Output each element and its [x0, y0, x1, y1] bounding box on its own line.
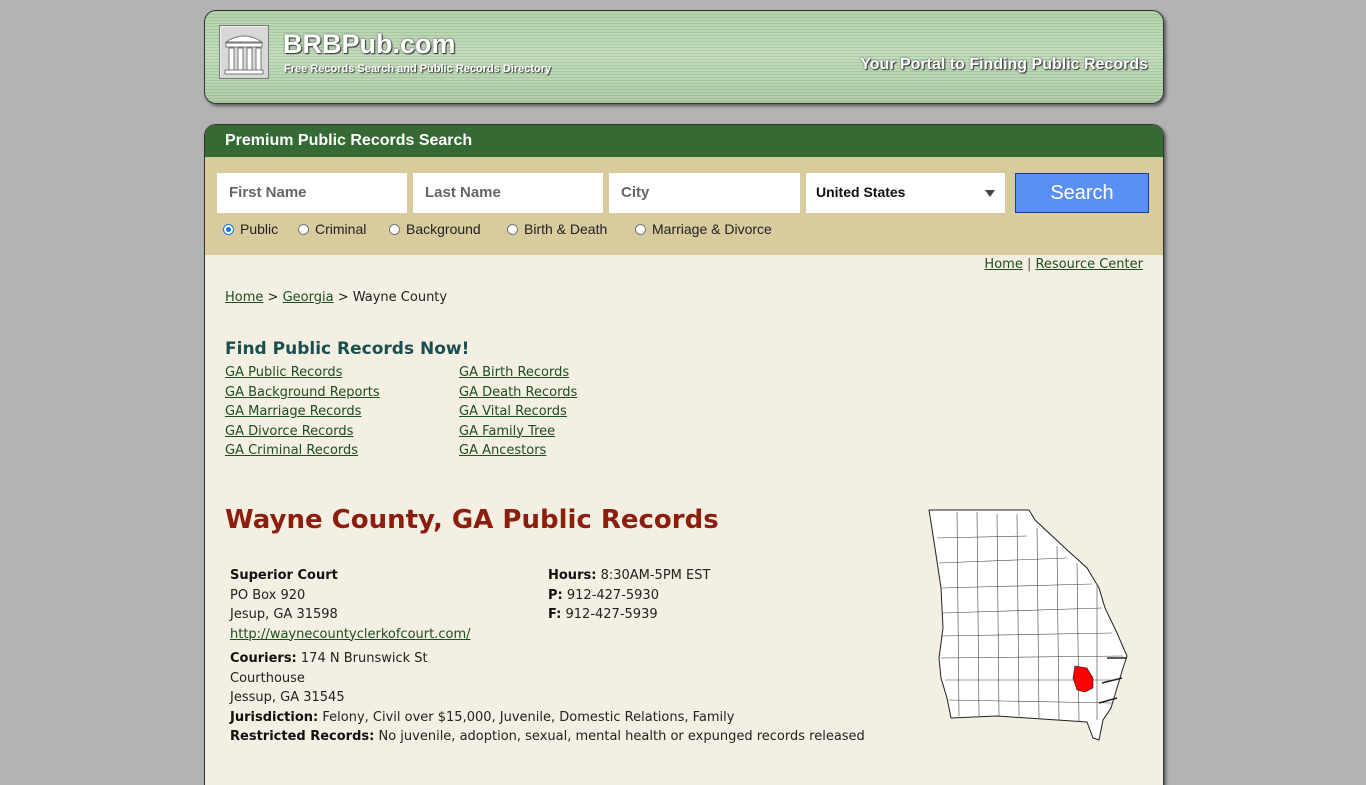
records-links-left: GA Public Records GA Background Reports … [225, 363, 380, 461]
radio-public[interactable]: Public [223, 221, 278, 237]
first-name-input[interactable]: First Name [217, 173, 407, 213]
separator: | [1026, 257, 1032, 272]
link-ga-vital-records[interactable]: GA Vital Records [459, 404, 567, 419]
hours-label: Hours: [548, 568, 597, 583]
link-ga-background-reports[interactable]: GA Background Reports [225, 385, 380, 400]
link-ga-ancestors[interactable]: GA Ancestors [459, 443, 546, 458]
search-button[interactable]: Search [1015, 173, 1149, 213]
court-website-link[interactable]: http://waynecountyclerkofcourt.com/ [230, 627, 470, 642]
radio-label: Background [406, 221, 481, 237]
court-address: Superior Court PO Box 920 Jesup, GA 3159… [230, 566, 470, 644]
court-contact: Hours: 8:30AM-5PM EST P: 912-427-5930 F:… [548, 566, 710, 625]
court-address-line2: Jesup, GA 31598 [230, 607, 338, 622]
radio-unchecked-icon[interactable] [389, 223, 400, 235]
radio-criminal[interactable]: Criminal [298, 221, 366, 237]
georgia-county-map [928, 509, 1128, 741]
city-input[interactable]: City [609, 173, 800, 213]
records-links-right: GA Birth Records GA Death Records GA Vit… [459, 363, 577, 461]
radio-label: Birth & Death [524, 221, 608, 237]
link-ga-death-records[interactable]: GA Death Records [459, 385, 577, 400]
link-ga-birth-records[interactable]: GA Birth Records [459, 365, 569, 380]
last-name-input[interactable]: Last Name [413, 173, 603, 213]
find-records-heading: Find Public Records Now! [225, 339, 470, 359]
breadcrumb-separator: > [337, 290, 349, 305]
couriers-line1: 174 N Brunswick St [300, 651, 428, 666]
main-panel: Premium Public Records Search First Name… [204, 124, 1164, 785]
chevron-down-icon [985, 190, 995, 197]
jurisdiction-label: Jurisdiction: [230, 709, 319, 725]
link-ga-criminal-records[interactable]: GA Criminal Records [225, 443, 358, 458]
radio-checked-icon[interactable] [223, 223, 234, 235]
search-panel-title: Premium Public Records Search [205, 125, 1163, 157]
couriers-line3: Jessup, GA 31545 [230, 690, 345, 705]
link-ga-marriage-records[interactable]: GA Marriage Records [225, 404, 361, 419]
couriers-line2: Courthouse [230, 670, 305, 686]
brand-name[interactable]: BRBPub.com [283, 29, 456, 60]
country-select[interactable]: United States [806, 173, 1005, 213]
court-name: Superior Court [230, 568, 338, 583]
resource-center-link[interactable]: Resource Center [1035, 257, 1143, 272]
breadcrumb-separator: > [267, 290, 279, 305]
link-ga-divorce-records[interactable]: GA Divorce Records [225, 424, 353, 439]
breadcrumb-current: Wayne County [352, 290, 448, 305]
page-title: Wayne County, GA Public Records [225, 505, 719, 535]
link-ga-family-tree[interactable]: GA Family Tree [459, 424, 555, 439]
hours-value: 8:30AM-5PM EST [600, 568, 711, 583]
search-form: First Name Last Name City United States … [205, 157, 1163, 255]
top-links: Home | Resource Center [984, 257, 1143, 272]
home-link[interactable]: Home [984, 257, 1022, 272]
courthouse-logo-icon[interactable] [219, 25, 269, 79]
phone-label: P: [548, 587, 563, 603]
breadcrumb: Home > Georgia > Wayne County [225, 290, 447, 305]
radio-unchecked-icon[interactable] [635, 223, 646, 235]
tagline: Free Records Search and Public Records D… [284, 63, 552, 75]
fax-label: F: [548, 607, 562, 622]
couriers-label: Couriers: [230, 651, 297, 666]
slogan: Your Portal to Finding Public Records [860, 56, 1148, 73]
radio-label: Public [240, 221, 279, 237]
fax-value: 912-427-5939 [565, 607, 658, 622]
phone-value: 912-427-5930 [566, 587, 659, 603]
radio-background[interactable]: Background [389, 221, 481, 237]
link-ga-public-records[interactable]: GA Public Records [225, 365, 342, 380]
court-address-line1: PO Box 920 [230, 587, 306, 603]
site-header: BRBPub.com Free Records Search and Publi… [204, 10, 1164, 104]
breadcrumb-home[interactable]: Home [225, 290, 263, 305]
radio-marriage-divorce[interactable]: Marriage & Divorce [635, 221, 772, 237]
radio-unchecked-icon[interactable] [507, 223, 518, 235]
jurisdiction-value: Felony, Civil over $15,000, Juvenile, Do… [322, 709, 735, 725]
restricted-value: No juvenile, adoption, sexual, mental he… [378, 729, 865, 744]
radio-label: Marriage & Divorce [652, 221, 772, 237]
court-details: Couriers: 174 N Brunswick St Courthouse … [230, 649, 865, 747]
breadcrumb-georgia[interactable]: Georgia [283, 290, 334, 305]
radio-label: Criminal [315, 221, 367, 237]
radio-unchecked-icon[interactable] [298, 223, 309, 235]
radio-birth-death[interactable]: Birth & Death [507, 221, 607, 237]
country-select-value: United States [816, 184, 906, 200]
restricted-label: Restricted Records: [230, 729, 375, 744]
